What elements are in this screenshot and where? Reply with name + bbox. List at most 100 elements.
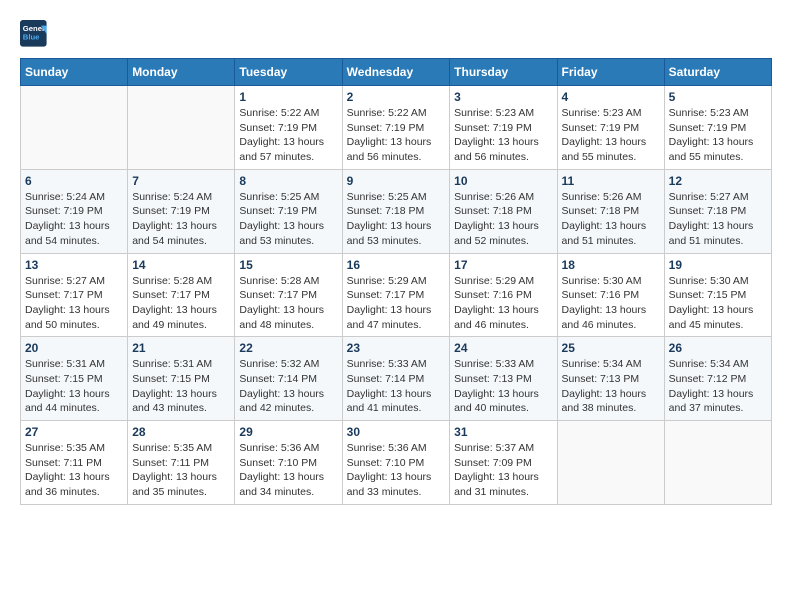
day-number: 13 [25, 258, 123, 272]
day-number: 2 [347, 90, 446, 104]
calendar-cell: 22Sunrise: 5:32 AM Sunset: 7:14 PM Dayli… [235, 337, 342, 421]
calendar-cell [557, 421, 664, 505]
day-number: 29 [239, 425, 337, 439]
calendar-cell: 10 Sunrise: 5:26 AM Sunset: 7:18 PM Dayli… [450, 169, 557, 253]
calendar-cell: 19 Sunrise: 5:30 AM Sunset: 7:15 PM Dayli… [664, 253, 771, 337]
day-number: 19 [669, 258, 767, 272]
header: General Blue [20, 20, 772, 48]
header-wednesday: Wednesday [342, 59, 450, 86]
day-info: Sunrise: 5:34 AM Sunset: 7:13 PM Dayligh… [562, 357, 660, 416]
calendar-cell: 31 Sunrise: 5:37 AM Sunset: 7:09 PM Dayli… [450, 421, 557, 505]
day-info: Sunrise: 5:27 AM Sunset: 7:18 PM Dayligh… [669, 190, 767, 249]
calendar-cell: 17 Sunrise: 5:29 AM Sunset: 7:16 PM Dayli… [450, 253, 557, 337]
week-row-4: 20 Sunrise: 5:31 AM Sunset: 7:15 PM Dayli… [21, 337, 772, 421]
day-number: 18 [562, 258, 660, 272]
day-number: 20 [25, 341, 123, 355]
calendar-cell [128, 86, 235, 170]
calendar-cell: 28Sunrise: 5:35 AM Sunset: 7:11 PM Dayli… [128, 421, 235, 505]
day-number: 8 [239, 174, 337, 188]
day-info: Sunrise: 5:36 AM Sunset: 7:10 PM Dayligh… [239, 441, 337, 500]
day-info: Sunrise: 5:28 AM Sunset: 7:17 PM Dayligh… [132, 274, 230, 333]
calendar-cell: 14 Sunrise: 5:28 AM Sunset: 7:17 PM Dayli… [128, 253, 235, 337]
calendar-cell [21, 86, 128, 170]
day-number: 23 [347, 341, 446, 355]
day-number: 22 [239, 341, 337, 355]
calendar-cell: 3 Sunrise: 5:23 AM Sunset: 7:19 PM Daylig… [450, 86, 557, 170]
calendar-cell [664, 421, 771, 505]
calendar-cell: 13Sunrise: 5:27 AM Sunset: 7:17 PM Dayli… [21, 253, 128, 337]
week-row-3: 13Sunrise: 5:27 AM Sunset: 7:17 PM Dayli… [21, 253, 772, 337]
day-number: 15 [239, 258, 337, 272]
calendar-cell: 15 Sunrise: 5:28 AM Sunset: 7:17 PM Dayli… [235, 253, 342, 337]
day-number: 5 [669, 90, 767, 104]
calendar-cell: 11Sunrise: 5:26 AM Sunset: 7:18 PM Dayli… [557, 169, 664, 253]
day-info: Sunrise: 5:31 AM Sunset: 7:15 PM Dayligh… [25, 357, 123, 416]
calendar-cell: 20 Sunrise: 5:31 AM Sunset: 7:15 PM Dayli… [21, 337, 128, 421]
calendar-cell: 26 Sunrise: 5:34 AM Sunset: 7:12 PM Dayli… [664, 337, 771, 421]
day-info: Sunrise: 5:26 AM Sunset: 7:18 PM Dayligh… [454, 190, 552, 249]
day-info: Sunrise: 5:34 AM Sunset: 7:12 PM Dayligh… [669, 357, 767, 416]
day-info: Sunrise: 5:30 AM Sunset: 7:16 PM Dayligh… [562, 274, 660, 333]
header-saturday: Saturday [664, 59, 771, 86]
day-number: 17 [454, 258, 552, 272]
day-info: Sunrise: 5:23 AM Sunset: 7:19 PM Dayligh… [562, 106, 660, 165]
calendar: SundayMondayTuesdayWednesdayThursdayFrid… [20, 58, 772, 505]
logo: General Blue [20, 20, 52, 48]
day-info: Sunrise: 5:23 AM Sunset: 7:19 PM Dayligh… [669, 106, 767, 165]
header-sunday: Sunday [21, 59, 128, 86]
day-number: 25 [562, 341, 660, 355]
day-info: Sunrise: 5:28 AM Sunset: 7:17 PM Dayligh… [239, 274, 337, 333]
calendar-cell: 1 Sunrise: 5:22 AM Sunset: 7:19 PM Daylig… [235, 86, 342, 170]
day-info: Sunrise: 5:33 AM Sunset: 7:13 PM Dayligh… [454, 357, 552, 416]
day-number: 1 [239, 90, 337, 104]
calendar-cell: 23 Sunrise: 5:33 AM Sunset: 7:14 PM Dayli… [342, 337, 450, 421]
logo-icon: General Blue [20, 20, 48, 48]
day-number: 30 [347, 425, 446, 439]
week-row-1: 1 Sunrise: 5:22 AM Sunset: 7:19 PM Daylig… [21, 86, 772, 170]
day-number: 9 [347, 174, 446, 188]
day-info: Sunrise: 5:33 AM Sunset: 7:14 PM Dayligh… [347, 357, 446, 416]
header-thursday: Thursday [450, 59, 557, 86]
day-number: 4 [562, 90, 660, 104]
calendar-cell: 7Sunrise: 5:24 AM Sunset: 7:19 PM Daylig… [128, 169, 235, 253]
calendar-cell: 4 Sunrise: 5:23 AM Sunset: 7:19 PM Daylig… [557, 86, 664, 170]
day-number: 27 [25, 425, 123, 439]
day-number: 31 [454, 425, 552, 439]
day-info: Sunrise: 5:35 AM Sunset: 7:11 PM Dayligh… [25, 441, 123, 500]
calendar-cell: 5 Sunrise: 5:23 AM Sunset: 7:19 PM Daylig… [664, 86, 771, 170]
day-info: Sunrise: 5:22 AM Sunset: 7:19 PM Dayligh… [347, 106, 446, 165]
calendar-cell: 9 Sunrise: 5:25 AM Sunset: 7:18 PM Daylig… [342, 169, 450, 253]
calendar-cell: 29 Sunrise: 5:36 AM Sunset: 7:10 PM Dayli… [235, 421, 342, 505]
day-number: 14 [132, 258, 230, 272]
day-info: Sunrise: 5:31 AM Sunset: 7:15 PM Dayligh… [132, 357, 230, 416]
calendar-cell: 16Sunrise: 5:29 AM Sunset: 7:17 PM Dayli… [342, 253, 450, 337]
day-number: 24 [454, 341, 552, 355]
calendar-header-row: SundayMondayTuesdayWednesdayThursdayFrid… [21, 59, 772, 86]
day-info: Sunrise: 5:37 AM Sunset: 7:09 PM Dayligh… [454, 441, 552, 500]
day-info: Sunrise: 5:22 AM Sunset: 7:19 PM Dayligh… [239, 106, 337, 165]
day-info: Sunrise: 5:23 AM Sunset: 7:19 PM Dayligh… [454, 106, 552, 165]
week-row-5: 27 Sunrise: 5:35 AM Sunset: 7:11 PM Dayli… [21, 421, 772, 505]
calendar-cell: 12Sunrise: 5:27 AM Sunset: 7:18 PM Dayli… [664, 169, 771, 253]
day-info: Sunrise: 5:24 AM Sunset: 7:19 PM Dayligh… [25, 190, 123, 249]
day-number: 21 [132, 341, 230, 355]
day-info: Sunrise: 5:26 AM Sunset: 7:18 PM Dayligh… [562, 190, 660, 249]
calendar-cell: 6Sunrise: 5:24 AM Sunset: 7:19 PM Daylig… [21, 169, 128, 253]
day-info: Sunrise: 5:29 AM Sunset: 7:16 PM Dayligh… [454, 274, 552, 333]
day-info: Sunrise: 5:25 AM Sunset: 7:18 PM Dayligh… [347, 190, 446, 249]
calendar-cell: 24 Sunrise: 5:33 AM Sunset: 7:13 PM Dayli… [450, 337, 557, 421]
calendar-cell: 2 Sunrise: 5:22 AM Sunset: 7:19 PM Daylig… [342, 86, 450, 170]
day-info: Sunrise: 5:35 AM Sunset: 7:11 PM Dayligh… [132, 441, 230, 500]
day-info: Sunrise: 5:30 AM Sunset: 7:15 PM Dayligh… [669, 274, 767, 333]
calendar-cell: 18 Sunrise: 5:30 AM Sunset: 7:16 PM Dayli… [557, 253, 664, 337]
week-row-2: 6Sunrise: 5:24 AM Sunset: 7:19 PM Daylig… [21, 169, 772, 253]
calendar-cell: 30 Sunrise: 5:36 AM Sunset: 7:10 PM Dayli… [342, 421, 450, 505]
day-number: 10 [454, 174, 552, 188]
day-number: 3 [454, 90, 552, 104]
day-info: Sunrise: 5:24 AM Sunset: 7:19 PM Dayligh… [132, 190, 230, 249]
day-info: Sunrise: 5:36 AM Sunset: 7:10 PM Dayligh… [347, 441, 446, 500]
svg-text:Blue: Blue [23, 33, 40, 42]
day-info: Sunrise: 5:29 AM Sunset: 7:17 PM Dayligh… [347, 274, 446, 333]
day-number: 26 [669, 341, 767, 355]
day-info: Sunrise: 5:25 AM Sunset: 7:19 PM Dayligh… [239, 190, 337, 249]
